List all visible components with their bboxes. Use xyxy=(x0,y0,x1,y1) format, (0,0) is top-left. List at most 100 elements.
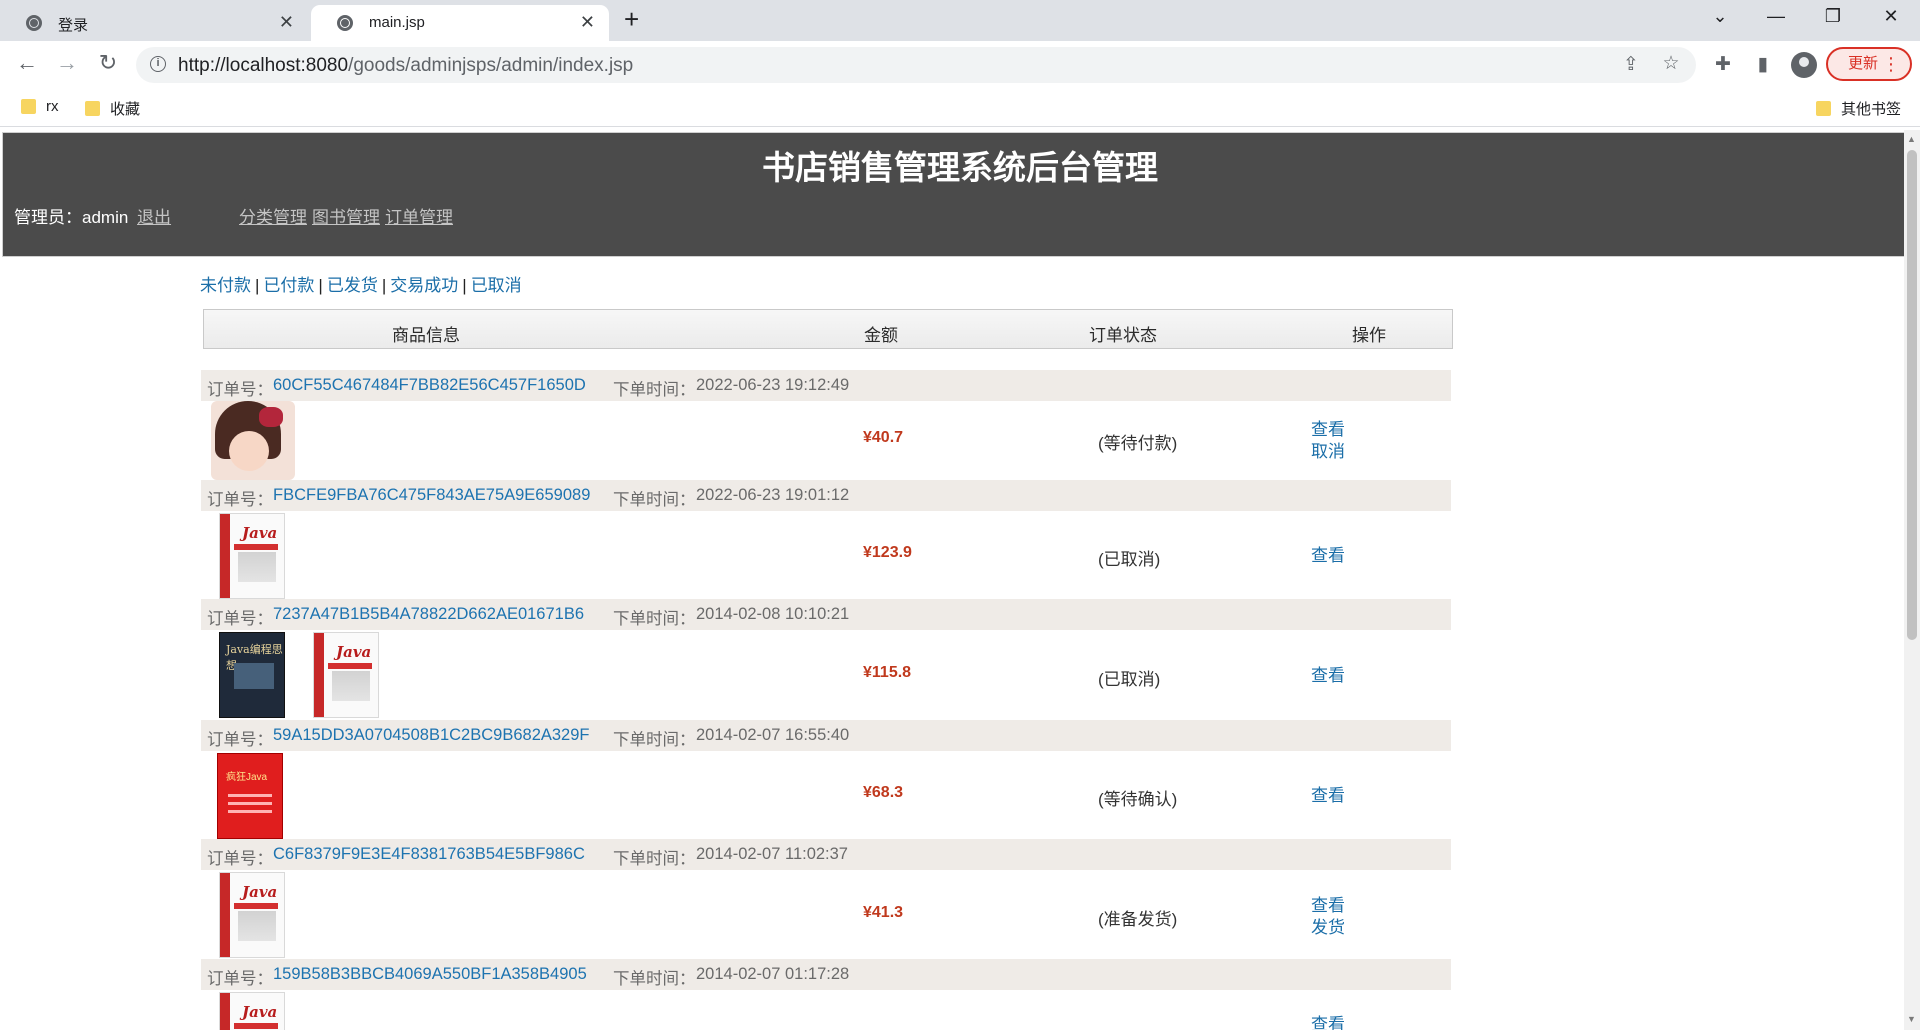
nav-book-management[interactable]: 图书管理 xyxy=(312,208,380,227)
order-id: C6F8379F9E3E4F8381763B54E5BF986C xyxy=(273,845,585,863)
admin-nav: 分类管理 图书管理 订单管理 xyxy=(239,203,458,228)
view-order-link[interactable]: 查看 xyxy=(1311,545,1345,567)
page-viewport: 书店销售管理系统后台管理 管理员：admin 退出 分类管理 图书管理 订单管理 未… xyxy=(0,130,1920,1030)
order-header: 订单号： 60CF55C467484F7BB82E56C457F1650D 下单… xyxy=(201,370,1451,401)
order-row: 疯狂Java ¥68.3 (等待确认) 查看 xyxy=(201,751,1451,839)
order-time-label: 下单时间： xyxy=(613,491,696,509)
profile-avatar[interactable] xyxy=(1791,52,1817,78)
order-actions: 查看 xyxy=(1311,1014,1345,1030)
logout-link[interactable]: 退出 xyxy=(137,208,171,227)
update-button[interactable]: 更新 ⋮ xyxy=(1826,47,1912,81)
scroll-up-icon[interactable]: ▲ xyxy=(1907,134,1916,144)
filter-shipped[interactable]: 已发货 xyxy=(327,276,378,295)
nav-category-management[interactable]: 分类管理 xyxy=(239,208,307,227)
extensions-icon[interactable]: ✚ xyxy=(1710,53,1736,76)
nav-order-management[interactable]: 订单管理 xyxy=(385,208,453,227)
restore-button[interactable]: ❐ xyxy=(1818,6,1848,27)
forward-icon[interactable]: → xyxy=(52,50,82,76)
folder-icon xyxy=(85,101,100,116)
order-id: 59A15DD3A0704508B1C2BC9B682A329F xyxy=(273,726,590,744)
scroll-down-icon[interactable]: ▼ xyxy=(1907,1014,1916,1024)
globe-icon xyxy=(337,15,353,31)
bookmark-folder-favorites[interactable]: 收藏 xyxy=(85,98,140,119)
order-time-label: 下单时间： xyxy=(613,610,696,628)
order-time: 2014-02-07 01:17:28 xyxy=(696,965,850,983)
side-panel-icon[interactable]: ▮ xyxy=(1750,53,1776,76)
back-icon[interactable]: ← xyxy=(12,50,42,76)
more-icon: ⋮ xyxy=(1882,54,1900,74)
order-id: FBCFE9FBA76C475F843AE75A9E659089 xyxy=(273,486,591,504)
order-no-label: 订单号： xyxy=(207,610,273,628)
filter-paid[interactable]: 已付款 xyxy=(263,276,314,295)
order-status-filters: 未付款 | 已付款 | 已发货 | 交易成功 | 已取消 xyxy=(200,276,522,295)
order-status: (等待付款) xyxy=(1098,434,1178,453)
info-icon[interactable]: i xyxy=(150,56,166,72)
url-text[interactable]: http://localhost:8080/goods/adminjsps/ad… xyxy=(178,55,633,77)
book-cover[interactable]: Java xyxy=(219,872,285,958)
globe-icon xyxy=(26,15,42,31)
book-cover[interactable]: 疯狂Java xyxy=(217,753,283,839)
new-tab-button[interactable]: + xyxy=(624,4,639,35)
view-order-link[interactable]: 查看 xyxy=(1311,1014,1345,1030)
view-order-link[interactable]: 查看 xyxy=(1311,665,1345,687)
address-bar[interactable]: i http://localhost:8080/goods/adminjsps/… xyxy=(136,47,1696,83)
close-icon[interactable]: ✕ xyxy=(279,12,294,33)
view-order-link[interactable]: 查看 xyxy=(1311,419,1345,441)
order-actions: 查看 取消 xyxy=(1311,419,1345,463)
ship-order-link[interactable]: 发货 xyxy=(1311,917,1345,939)
book-cover[interactable]: Java xyxy=(313,632,379,718)
order-price: ¥123.9 xyxy=(863,544,912,561)
order-no-label: 订单号： xyxy=(207,491,273,509)
other-bookmarks[interactable]: 其他书签 xyxy=(1816,98,1901,119)
order-time-label: 下单时间： xyxy=(613,970,696,988)
book-cover[interactable] xyxy=(211,401,295,480)
order-header: 订单号： C6F8379F9E3E4F8381763B54E5BF986C 下单… xyxy=(201,839,1451,870)
order-table-header: 商品信息 金额 订单状态 操作 xyxy=(203,309,1453,349)
minimize-button[interactable]: — xyxy=(1761,6,1791,27)
close-window-button[interactable]: ✕ xyxy=(1876,6,1906,27)
filter-completed[interactable]: 交易成功 xyxy=(390,276,458,295)
reload-icon[interactable]: ↻ xyxy=(93,50,123,76)
bookmark-folder-rx[interactable]: rx xyxy=(21,98,59,115)
filter-unpaid[interactable]: 未付款 xyxy=(200,276,251,295)
filter-cancelled[interactable]: 已取消 xyxy=(471,276,522,295)
order-price: ¥68.3 xyxy=(863,784,904,801)
scrollbar-thumb[interactable] xyxy=(1907,150,1917,640)
tab-search-chevron-icon[interactable]: ⌄ xyxy=(1705,6,1735,27)
order-row: Java 查看 xyxy=(201,990,1451,1030)
book-cover[interactable]: Java xyxy=(219,513,285,599)
order-id: 60CF55C467484F7BB82E56C457F1650D xyxy=(273,376,586,394)
book-cover[interactable]: Java编程思想 xyxy=(219,632,285,718)
order-actions: 查看 发货 xyxy=(1311,895,1345,939)
column-header: 商品信息 xyxy=(392,326,460,345)
bookmarks-bar: rx 收藏 其他书签 xyxy=(0,90,1920,127)
order-no-label: 订单号： xyxy=(207,970,273,988)
bow-decoration xyxy=(259,407,283,427)
order-time: 2022-06-23 19:01:12 xyxy=(696,486,850,504)
star-icon[interactable]: ☆ xyxy=(1658,52,1684,75)
order-time: 2014-02-07 11:02:37 xyxy=(696,845,848,863)
folder-icon xyxy=(21,99,36,114)
view-order-link[interactable]: 查看 xyxy=(1311,895,1345,917)
order-row: Java ¥123.9 (已取消) 查看 xyxy=(201,511,1451,599)
page-scrollbar[interactable]: ▲ ▼ xyxy=(1904,130,1920,1030)
page-title: 书店销售管理系统后台管理 xyxy=(762,149,1158,186)
order-actions: 查看 xyxy=(1311,545,1345,567)
share-icon[interactable]: ⇪ xyxy=(1618,53,1644,76)
order-row: ¥40.7 (等待付款) 查看 取消 xyxy=(201,401,1451,480)
admin-name: 管理员：admin xyxy=(14,208,129,227)
book-cover[interactable]: Java xyxy=(219,992,285,1030)
cancel-order-link[interactable]: 取消 xyxy=(1311,441,1345,463)
order-actions: 查看 xyxy=(1311,665,1345,687)
close-icon[interactable]: ✕ xyxy=(580,12,595,33)
order-id: 7237A47B1B5B4A78822D662AE01671B6 xyxy=(273,605,585,623)
column-header: 操作 xyxy=(1352,326,1386,345)
order-time-label: 下单时间： xyxy=(613,850,696,868)
order-header: 订单号： 7237A47B1B5B4A78822D662AE01671B6 下单… xyxy=(201,599,1451,630)
browser-tab-main[interactable]: main.jsp ✕ xyxy=(311,5,609,41)
order-no-label: 订单号： xyxy=(207,850,273,868)
browser-tab-login[interactable]: 登录 ✕ xyxy=(0,5,308,41)
folder-icon xyxy=(1816,101,1831,116)
order-row: Java编程思想 Java ¥115.8 (已取消) 查看 xyxy=(201,630,1451,720)
view-order-link[interactable]: 查看 xyxy=(1311,785,1345,807)
